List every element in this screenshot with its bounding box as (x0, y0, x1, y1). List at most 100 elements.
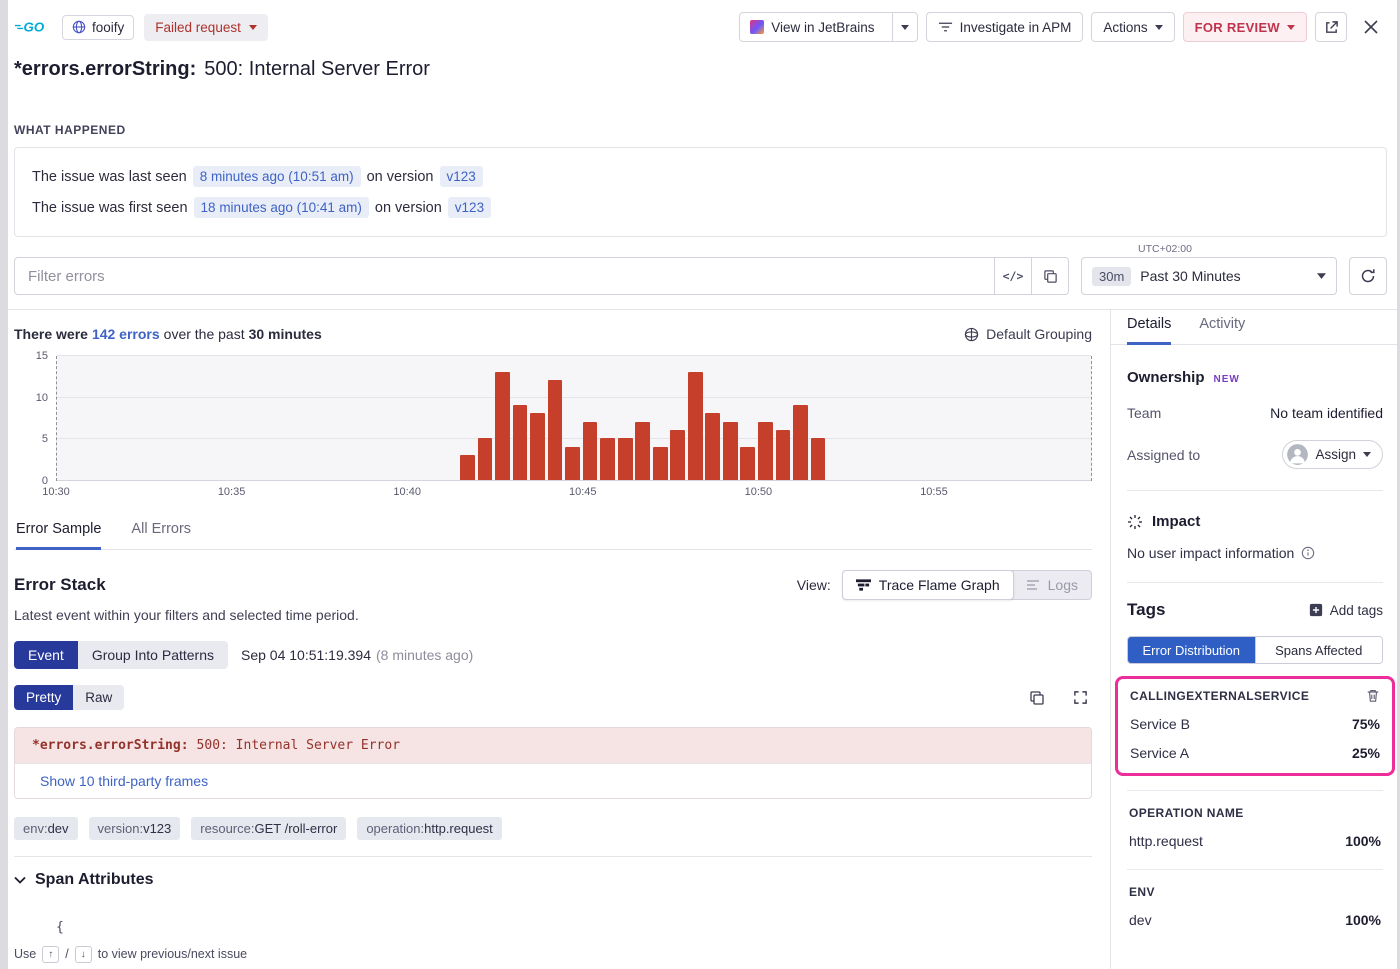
event-tag-pill[interactable]: version:v123 (89, 817, 181, 840)
first-seen-mid: on version (375, 200, 442, 216)
copy-query-button[interactable] (1031, 258, 1068, 294)
copy-stack-button[interactable] (1029, 690, 1045, 706)
divider (1127, 582, 1383, 583)
chart-bar[interactable] (583, 422, 598, 480)
open-full-page-button[interactable] (1315, 12, 1347, 42)
default-grouping-button[interactable]: Default Grouping (964, 326, 1092, 342)
chart-bar[interactable] (758, 422, 773, 480)
group-into-patterns-button[interactable]: Group Into Patterns (78, 641, 228, 669)
chart-bar[interactable] (811, 438, 826, 480)
sidebar-tabs: Details Activity (1111, 310, 1397, 345)
delete-tag-group-button[interactable] (1366, 688, 1380, 703)
spans-affected-toggle[interactable]: Spans Affected (1255, 637, 1383, 663)
event-button[interactable]: Event (14, 641, 78, 669)
error-bar-chart: 051015 10:3010:3510:4010:4510:5010:55 (14, 356, 1092, 501)
chart-bar[interactable] (513, 405, 528, 480)
info-icon[interactable] (1301, 546, 1315, 560)
chart-bar[interactable] (495, 372, 510, 480)
chart-bar[interactable] (635, 422, 650, 480)
actions-dropdown[interactable]: Actions (1091, 12, 1174, 42)
tag-group-name: CALLINGEXTERNALSERVICE (1130, 689, 1309, 703)
tab-details[interactable]: Details (1127, 316, 1171, 345)
close-panel-button[interactable] (1355, 12, 1387, 42)
chart-bar[interactable] (670, 430, 685, 480)
refresh-icon (1360, 268, 1376, 284)
last-seen-version-link[interactable]: v123 (440, 166, 483, 187)
chart-bar[interactable] (653, 447, 668, 480)
chart-bar[interactable] (618, 438, 633, 480)
chart-bar[interactable] (793, 405, 808, 480)
chart-bar[interactable] (705, 413, 720, 480)
ownership-title: Ownership (1127, 369, 1205, 386)
last-seen-mid: on version (367, 169, 434, 185)
tag-distribution-row[interactable]: http.request100% (1129, 833, 1381, 849)
issue-type-label: Failed request (155, 20, 241, 35)
add-tags-label: Add tags (1330, 603, 1383, 618)
tag-group-header: OPERATION NAME (1129, 806, 1381, 820)
chart-bar[interactable] (688, 372, 703, 480)
last-seen-time-link[interactable]: 8 minutes ago (10:51 am) (193, 166, 361, 187)
hint-prefix: Use (14, 947, 36, 961)
event-tag-pill[interactable]: env:dev (14, 817, 78, 840)
tag-distribution-row[interactable]: Service B75% (1130, 716, 1380, 732)
time-range-chip: 30m (1092, 267, 1131, 286)
service-badge[interactable]: fooify (62, 15, 134, 40)
impact-burst-icon (1127, 514, 1143, 530)
jetbrains-dropdown-caret[interactable] (892, 13, 917, 41)
tag-distribution-row[interactable]: dev100% (1129, 912, 1381, 928)
for-review-dropdown[interactable]: FOR REVIEW (1183, 12, 1307, 42)
pretty-button[interactable]: Pretty (14, 685, 73, 710)
span-attributes-toggle[interactable]: Span Attributes (14, 871, 1092, 889)
tag-groups: CALLINGEXTERNALSERVICE Service B75% Servic… (1127, 676, 1383, 934)
assign-button[interactable]: Assign (1282, 440, 1383, 469)
show-frames-link[interactable]: Show 10 third-party frames (40, 773, 208, 789)
tab-all-errors[interactable]: All Errors (131, 521, 191, 550)
tag-distribution-row[interactable]: Service A25% (1130, 745, 1380, 761)
chart-plot[interactable] (56, 356, 1092, 481)
trash-icon[interactable] (1366, 688, 1380, 703)
error-count-link[interactable]: 142 errors (92, 326, 160, 342)
time-range-selector[interactable]: UTC+02:00 30m Past 30 Minutes (1081, 257, 1337, 295)
chart-bar[interactable] (740, 447, 755, 480)
default-grouping-label: Default Grouping (986, 326, 1092, 342)
chart-bar[interactable] (460, 455, 475, 480)
chart-bar[interactable] (530, 413, 545, 480)
tab-activity[interactable]: Activity (1199, 316, 1245, 345)
event-tag-pill[interactable]: operation:http.request (357, 817, 501, 840)
chart-x-tick-label: 10:50 (745, 486, 773, 498)
trace-flame-graph-button[interactable]: Trace Flame Graph (842, 570, 1014, 600)
filter-errors-input[interactable] (15, 258, 994, 294)
tab-error-sample[interactable]: Error Sample (16, 521, 101, 550)
chart-x-axis: 10:3010:3510:4010:4510:5010:55 (56, 481, 1092, 501)
refresh-button[interactable] (1349, 257, 1387, 295)
chart-bar[interactable] (600, 438, 615, 480)
query-syntax-button[interactable]: </> (994, 258, 1031, 294)
event-tag-pill[interactable]: resource:GET /roll-error (191, 817, 346, 840)
logs-button[interactable]: Logs (1013, 571, 1091, 599)
actions-label: Actions (1103, 20, 1147, 35)
first-seen-time-link[interactable]: 18 minutes ago (10:41 am) (194, 197, 369, 218)
event-timestamp-absolute: Sep 04 10:51:19.394 (241, 647, 371, 663)
format-row: Pretty Raw (14, 685, 1092, 710)
chart-bar[interactable] (548, 380, 563, 480)
investigate-in-apm-button[interactable]: Investigate in APM (926, 12, 1084, 42)
chart-bar[interactable] (723, 422, 738, 480)
raw-button[interactable]: Raw (73, 685, 124, 710)
impact-message: No user impact information (1127, 545, 1383, 561)
arrow-up-key: ↑ (42, 946, 59, 963)
issue-type-dropdown[interactable]: Failed request (144, 14, 268, 41)
view-in-jetbrains-button[interactable]: View in JetBrains (739, 12, 917, 42)
close-icon (1364, 20, 1378, 34)
expand-stack-button[interactable] (1073, 690, 1088, 706)
for-review-label: FOR REVIEW (1195, 20, 1280, 35)
add-tags-button[interactable]: Add tags (1309, 603, 1383, 618)
chart-bar[interactable] (565, 447, 580, 480)
content-row: There were 142 errors over the past 30 m… (8, 310, 1397, 969)
error-stack-subtitle: Latest event within your filters and sel… (14, 607, 1092, 623)
error-distribution-toggle[interactable]: Error Distribution (1128, 637, 1255, 663)
first-seen-version-link[interactable]: v123 (448, 197, 491, 218)
summary-duration: 30 minutes (249, 326, 322, 342)
chart-bar[interactable] (478, 438, 493, 480)
chart-bar[interactable] (776, 430, 791, 480)
error-message-line: *errors.errorString: 500: Internal Serve… (15, 728, 1091, 763)
